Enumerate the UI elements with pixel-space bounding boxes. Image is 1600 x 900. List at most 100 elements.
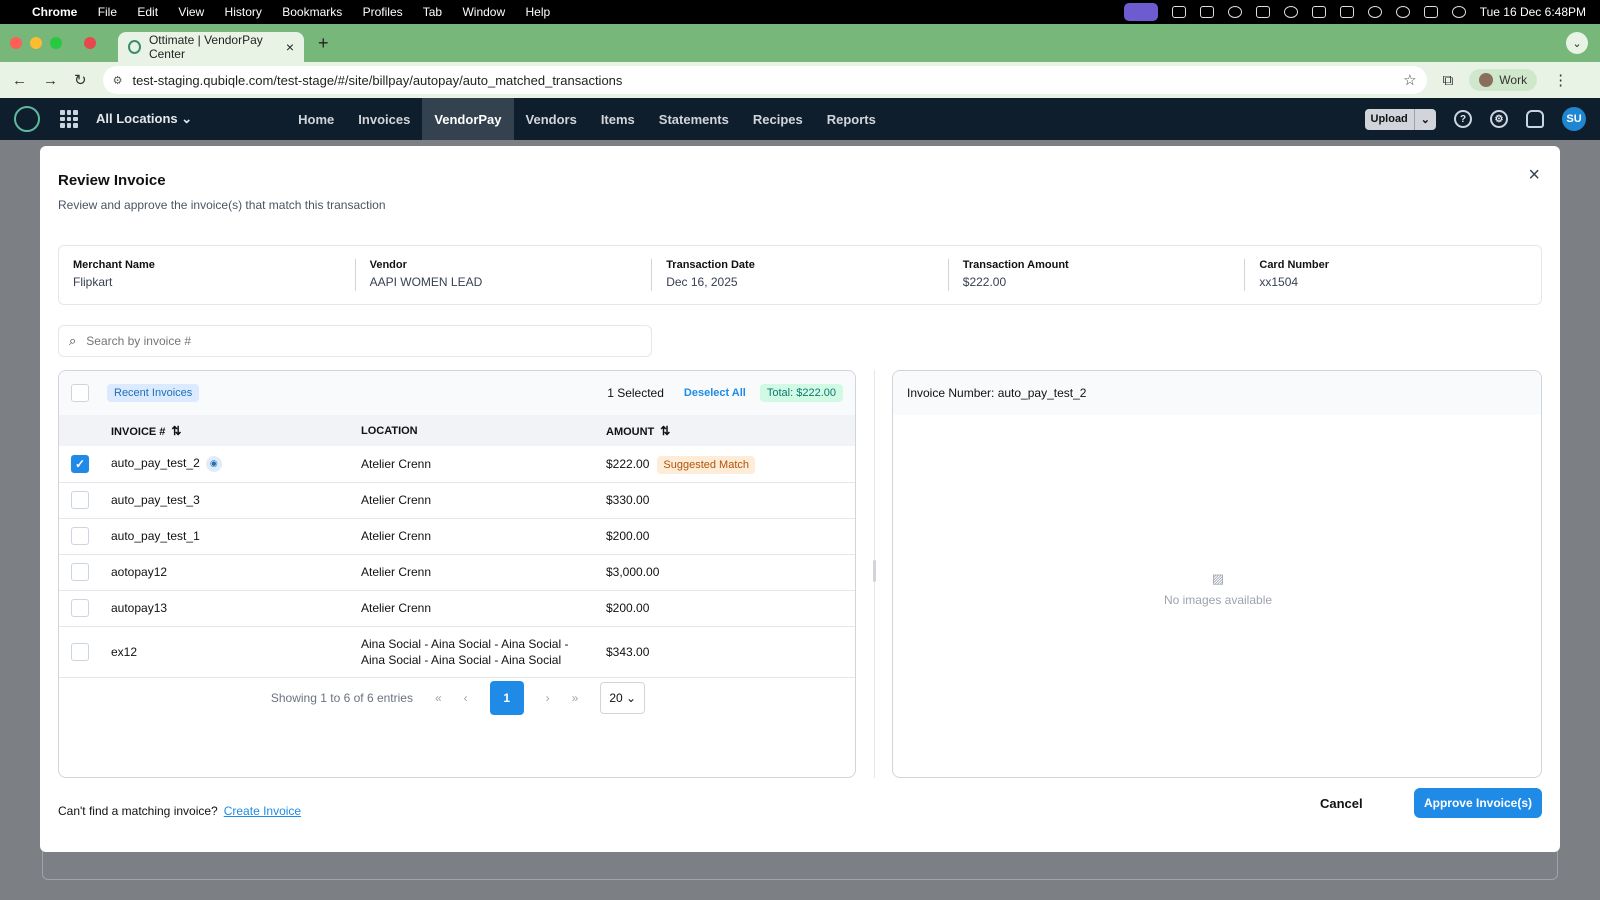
prev-page-icon[interactable]: ‹ — [464, 691, 468, 705]
nav-vendors[interactable]: Vendors — [514, 98, 589, 140]
sort-icon[interactable]: ⇅ — [660, 424, 670, 438]
help-icon[interactable]: ? — [1454, 110, 1472, 128]
approve-invoices-button[interactable]: Approve Invoice(s) — [1414, 788, 1542, 818]
menu-window[interactable]: Window — [462, 5, 505, 19]
ottimate-logo-icon[interactable] — [14, 106, 40, 132]
nav-items[interactable]: Items — [589, 98, 647, 140]
wifi-icon[interactable] — [1367, 6, 1382, 18]
row-checkbox[interactable] — [71, 491, 89, 509]
row-checkbox[interactable] — [71, 563, 89, 581]
back-icon[interactable]: ← — [12, 72, 27, 89]
control-center-icon[interactable] — [1423, 6, 1438, 18]
row-checkbox[interactable]: ✓ — [71, 454, 89, 473]
spotlight-icon[interactable] — [1395, 6, 1410, 18]
menu-file[interactable]: File — [98, 5, 117, 19]
table-row[interactable]: auto_pay_test_1 Atelier Crenn $200.00 — [59, 518, 855, 555]
browser-tab[interactable]: Ottimate | VendorPay Center × — [118, 32, 304, 62]
select-all-checkbox[interactable] — [71, 384, 89, 402]
app-status-icon[interactable] — [1199, 6, 1214, 18]
mic-icon[interactable] — [1171, 6, 1186, 18]
invoice-number: auto_pay_test_2 — [111, 455, 200, 470]
deselect-all-button[interactable]: Deselect All — [684, 387, 746, 399]
site-info-icon[interactable]: ⚙ — [113, 74, 123, 87]
invoice-amount: $330.00 — [606, 482, 855, 519]
invoice-number: aotopay12 — [111, 554, 361, 591]
last-page-icon[interactable]: » — [572, 691, 579, 705]
invoice-preview-panel: Invoice Number: auto_pay_test_2 ▨ No ima… — [892, 370, 1542, 778]
row-checkbox[interactable] — [71, 642, 89, 661]
bell-icon[interactable] — [1526, 110, 1544, 128]
search-input[interactable] — [86, 334, 627, 348]
nav-reports[interactable]: Reports — [815, 98, 888, 140]
siri-icon[interactable] — [1451, 6, 1466, 18]
close-window-button[interactable] — [10, 37, 22, 49]
nav-actions: Upload ⌄ ? ⚙ SU — [1364, 107, 1586, 131]
extensions-icon[interactable]: ⧉ — [1443, 72, 1454, 89]
screen-record-icon[interactable] — [1123, 3, 1158, 21]
gear-icon[interactable]: ⚙ — [1490, 110, 1508, 128]
tab-search-icon[interactable]: ⌄ — [1566, 32, 1588, 54]
create-invoice-link[interactable]: Create Invoice — [224, 804, 301, 818]
menu-chrome[interactable]: Chrome — [32, 5, 77, 19]
table-row[interactable]: aotopay12 Atelier Crenn $3,000.00 — [59, 554, 855, 591]
cancel-button[interactable]: Cancel — [1320, 796, 1363, 811]
tab-title: Ottimate | VendorPay Center — [148, 33, 263, 61]
page-size-select[interactable]: 20 ⌄ — [600, 682, 646, 714]
play-icon[interactable] — [1283, 6, 1298, 18]
first-page-icon[interactable]: « — [435, 691, 442, 705]
eye-icon[interactable]: ◉ — [205, 455, 222, 472]
menu-edit[interactable]: Edit — [137, 5, 158, 19]
invoice-number: auto_pay_test_1 — [111, 518, 361, 555]
table-row[interactable]: autopay13 Atelier Crenn $200.00 — [59, 590, 855, 627]
headphones-icon[interactable] — [1227, 6, 1242, 18]
menu-history[interactable]: History — [225, 5, 262, 19]
menu-bookmarks[interactable]: Bookmarks — [282, 5, 342, 19]
address-toolbar: ← → ↻ ⚙ test-staging.qubiqle.com/test-st… — [0, 62, 1600, 98]
page-1-button[interactable]: 1 — [489, 681, 524, 715]
clipboard-icon[interactable] — [1311, 6, 1326, 18]
menu-view[interactable]: View — [178, 5, 204, 19]
menu-help[interactable]: Help — [525, 5, 550, 19]
reload-icon[interactable]: ↻ — [74, 71, 87, 89]
close-tab-icon[interactable]: × — [286, 39, 294, 55]
nav-recipes[interactable]: Recipes — [741, 98, 815, 140]
battery-icon[interactable] — [1339, 6, 1354, 18]
table-row[interactable]: ex12 Aina Social - Aina Social - Aina So… — [59, 626, 855, 678]
nav-home[interactable]: Home — [286, 98, 346, 140]
recent-invoices-chip[interactable]: Recent Invoices — [107, 384, 200, 402]
chrome-menu-icon[interactable]: ⋮ — [1553, 71, 1568, 89]
header-invoice[interactable]: INVOICE # ⇅ — [111, 415, 361, 446]
user-avatar[interactable]: SU — [1562, 107, 1586, 131]
header-amount[interactable]: AMOUNT ⇅ — [606, 415, 855, 446]
new-tab-icon[interactable]: + — [318, 33, 329, 54]
invoice-location: Atelier Crenn — [361, 446, 606, 483]
panel-resize-divider[interactable] — [873, 370, 876, 778]
resize-handle[interactable] — [873, 560, 876, 582]
table-row[interactable]: ✓ auto_pay_test_2 ◉ Atelier Crenn $222.00… — [59, 446, 855, 483]
table-row[interactable]: auto_pay_test_3 Atelier Crenn $330.00 — [59, 482, 855, 519]
profile-button[interactable]: Work — [1469, 69, 1538, 91]
url-bar[interactable]: ⚙ test-staging.qubiqle.com/test-stage/#/… — [102, 66, 1427, 94]
row-checkbox[interactable] — [71, 599, 89, 617]
cloud-icon[interactable] — [1255, 6, 1270, 18]
menu-profiles[interactable]: Profiles — [363, 5, 403, 19]
upload-button[interactable]: Upload ⌄ — [1364, 108, 1436, 130]
zoom-window-button[interactable] — [50, 37, 62, 49]
minimize-window-button[interactable] — [30, 37, 42, 49]
upload-dropdown-icon[interactable]: ⌄ — [1413, 108, 1436, 130]
next-page-icon[interactable]: › — [546, 691, 550, 705]
invoice-list-panel: Recent Invoices 1 Selected Deselect All … — [58, 370, 856, 778]
row-checkbox[interactable] — [71, 527, 89, 545]
sort-icon[interactable]: ⇅ — [171, 424, 181, 438]
forward-icon[interactable]: → — [43, 72, 58, 89]
nav-vendorpay[interactable]: VendorPay — [422, 98, 514, 140]
close-icon[interactable]: × — [1528, 164, 1540, 187]
bookmark-star-icon[interactable]: ☆ — [1403, 71, 1416, 89]
apps-grid-icon[interactable] — [60, 110, 78, 128]
clock[interactable]: Tue 16 Dec 6:48PM — [1480, 5, 1586, 19]
location-selector[interactable]: All Locations ⌄ — [96, 111, 192, 127]
nav-statements[interactable]: Statements — [647, 98, 741, 140]
modal-subtitle: Review and approve the invoice(s) that m… — [58, 198, 386, 212]
menu-tab[interactable]: Tab — [423, 5, 442, 19]
nav-invoices[interactable]: Invoices — [346, 98, 422, 140]
